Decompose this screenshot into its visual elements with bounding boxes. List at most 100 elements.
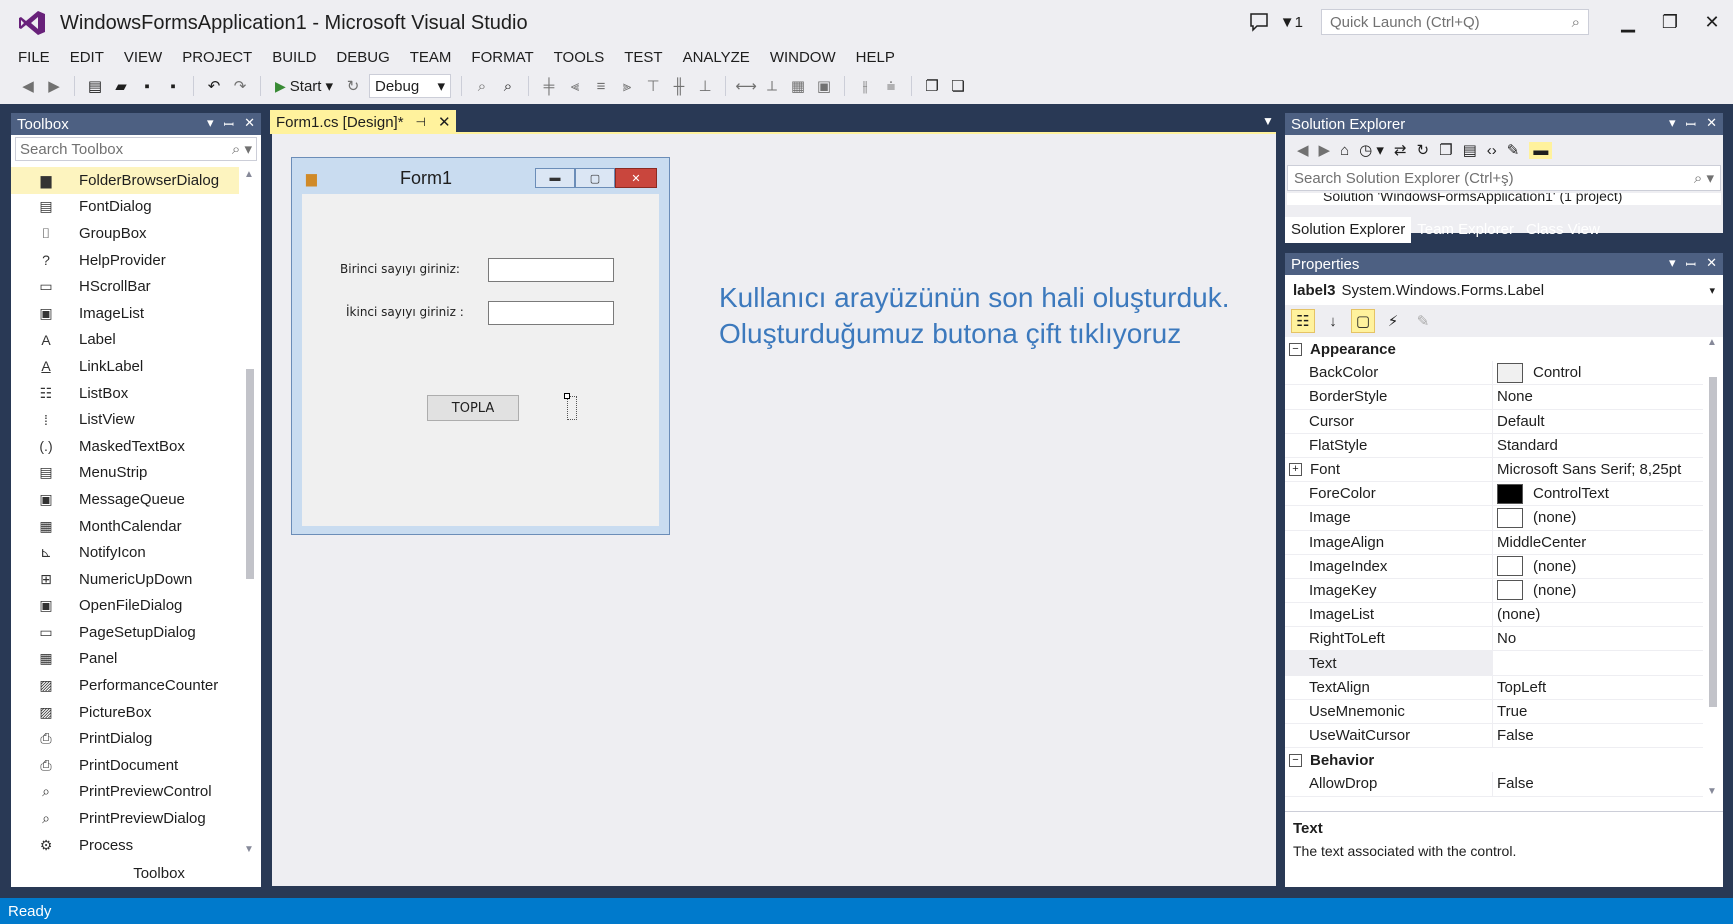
menu-project[interactable]: PROJECT (172, 49, 262, 66)
menu-view[interactable]: VIEW (114, 49, 172, 66)
collapse-icon[interactable]: − (1289, 342, 1302, 356)
toolbox-item[interactable]: (.) MaskedTextBox (11, 433, 239, 460)
property-value[interactable]: False (1493, 724, 1703, 747)
toolbox-item[interactable]: ⊞ NumericUpDown (11, 566, 239, 593)
scroll-down-icon[interactable]: ▼ (1707, 786, 1717, 797)
property-row[interactable]: + Font Microsoft Sans Serif; 8,25pt (1285, 457, 1703, 483)
label3-selection[interactable] (567, 396, 577, 420)
refresh-icon[interactable]: ↻ (343, 76, 363, 96)
object-selector[interactable]: label3 System.Windows.Forms.Label ▾ (1285, 275, 1723, 305)
menu-analyze[interactable]: ANALYZE (673, 49, 760, 66)
properties-view-icon[interactable]: ▢ (1351, 309, 1375, 333)
toolbox-item[interactable]: ⌕ PrintPreviewControl (11, 779, 239, 806)
make-same-height-icon[interactable]: ⟂ (762, 76, 782, 96)
property-value[interactable]: Default (1493, 410, 1703, 433)
feedback-icon[interactable] (1248, 11, 1270, 33)
property-row-selected[interactable]: Text (1285, 651, 1703, 676)
undo-icon[interactable]: ↶ (204, 76, 224, 96)
category-behavior[interactable]: − Behavior (1285, 748, 1703, 773)
find-icon[interactable]: ⌕ (472, 76, 492, 96)
start-debugging-button[interactable]: ▶ Start ▾ (271, 77, 337, 96)
dropdown-icon[interactable]: ▾ (1669, 115, 1676, 133)
property-row[interactable]: Image (none) (1285, 506, 1703, 531)
property-value[interactable]: TopLeft (1493, 676, 1703, 699)
toolbox-item[interactable]: ▨ PictureBox (11, 699, 239, 726)
dropdown-icon[interactable]: ▾ (207, 115, 214, 133)
label-birinci[interactable]: Birinci sayıyı giriniz: (340, 262, 460, 276)
property-row[interactable]: UseMnemonic True (1285, 699, 1703, 724)
minimize-button[interactable]: ▁ (1607, 6, 1649, 38)
preview-icon[interactable]: ▬ (1529, 141, 1553, 159)
category-appearance[interactable]: − Appearance (1285, 337, 1703, 362)
menu-team[interactable]: TEAM (400, 49, 462, 66)
toolbox-item[interactable]: ▣ ImageList (11, 300, 239, 327)
toolbox-item[interactable]: ▆ FolderBrowserDialog (11, 167, 239, 194)
forward-icon[interactable]: ▶ (44, 76, 64, 96)
toolbox-item[interactable]: ▭ PageSetupDialog (11, 619, 239, 646)
align-middles-icon[interactable]: ╫ (669, 76, 689, 96)
property-value-input[interactable] (1493, 651, 1703, 674)
property-row[interactable]: ImageAlign MiddleCenter (1285, 530, 1703, 555)
align-tops-icon[interactable]: ⊤ (643, 76, 663, 96)
tab-team-explorer[interactable]: Team Explorer (1411, 217, 1520, 243)
toolbox-item[interactable]: ▣ OpenFileDialog (11, 593, 239, 620)
toolbox-item[interactable]: ⌕ PrintPreviewDialog (11, 805, 239, 832)
align-rights-icon[interactable]: ⫸ (617, 76, 637, 96)
property-value[interactable]: (none) (1493, 603, 1703, 626)
label-ikinci[interactable]: İkinci sayıyı giriniz : (346, 305, 464, 319)
scroll-thumb[interactable] (1709, 377, 1717, 707)
bring-to-front-icon[interactable]: ❐ (922, 76, 942, 96)
align-centers-icon[interactable]: ≡ (591, 76, 611, 96)
vertical-spacing-icon[interactable]: ⩧ (881, 76, 901, 96)
toolbox-item[interactable]: ☷ ListBox (11, 380, 239, 407)
form-client-area[interactable]: Birinci sayıyı giriniz: İkinci sayıyı gi… (302, 194, 659, 526)
property-value[interactable]: (none) (1493, 555, 1703, 578)
align-lefts-icon[interactable]: ⫷ (565, 76, 585, 96)
property-value[interactable]: None (1493, 385, 1703, 408)
pin-icon[interactable]: ꟷ (1686, 255, 1697, 273)
alphabetical-icon[interactable]: ↓ (1321, 309, 1345, 333)
toolbox-item[interactable]: ▦ Panel (11, 646, 239, 673)
align-grid-icon[interactable]: ╪ (539, 76, 559, 96)
categorized-icon[interactable]: ☷ (1291, 309, 1315, 333)
menu-edit[interactable]: EDIT (60, 49, 114, 66)
toolbox-item[interactable]: A Label (11, 327, 239, 354)
textbox-birinci[interactable] (488, 258, 614, 282)
scroll-thumb[interactable] (246, 369, 254, 579)
toolbox-item[interactable]: ▤ MenuStrip (11, 460, 239, 487)
tab-class-view[interactable]: Class View (1520, 217, 1606, 243)
toolbox-item[interactable]: ▤ FontDialog (11, 194, 239, 221)
sync-icon[interactable]: ⇄ (1394, 141, 1407, 159)
textbox-ikinci[interactable] (488, 301, 614, 325)
collapse-icon[interactable]: − (1289, 753, 1302, 767)
property-row[interactable]: ImageKey (none) (1285, 578, 1703, 604)
pin-icon[interactable]: ꟷ (224, 115, 235, 133)
solution-tree-clipped[interactable]: Solution 'WindowsFormsApplication1' (1 p… (1287, 193, 1721, 205)
toolbox-item[interactable]: ? HelpProvider (11, 247, 239, 274)
expand-icon[interactable]: + (1289, 463, 1302, 477)
property-row[interactable]: ImageList (none) (1285, 603, 1703, 628)
document-list-dropdown-icon[interactable]: ▼ (1262, 114, 1274, 128)
refresh-icon[interactable]: ↻ (1417, 141, 1430, 159)
toolbox-item[interactable]: ▦ MonthCalendar (11, 513, 239, 540)
property-row[interactable]: RightToLeft No (1285, 627, 1703, 652)
notifications-flag[interactable]: ▼1 (1280, 14, 1303, 31)
property-pages-icon[interactable]: ✎ (1411, 309, 1435, 333)
new-project-icon[interactable]: ▤ (85, 76, 105, 96)
form1-window[interactable]: ▆ Form1 ▬ ▢ ✕ Birinci sayıyı giriniz: İk… (291, 157, 670, 535)
properties-icon[interactable]: ✎ (1507, 141, 1520, 159)
toolbox-scrollbar[interactable]: ▲ ▼ (243, 169, 257, 855)
menu-tools[interactable]: TOOLS (544, 49, 615, 66)
solution-configuration-select[interactable]: Debug ▾ (369, 74, 451, 98)
property-row[interactable]: ImageIndex (none) (1285, 554, 1703, 579)
property-value[interactable]: No (1493, 627, 1703, 650)
back-icon[interactable]: ◀ (1297, 141, 1309, 159)
property-value[interactable]: ControlText (1493, 482, 1703, 505)
topla-button[interactable]: TOPLA (427, 395, 519, 421)
property-row[interactable]: UseWaitCursor False (1285, 724, 1703, 749)
tab-form1-design[interactable]: Form1.cs [Design]* ⊣ ✕ (270, 110, 456, 134)
collapse-all-icon[interactable]: ❐ (1439, 141, 1452, 159)
property-row[interactable]: ForeColor ControlText (1285, 482, 1703, 507)
toolbox-item[interactable]: ⁞ ListView (11, 406, 239, 433)
make-same-width-icon[interactable]: ⟷ (735, 76, 757, 96)
